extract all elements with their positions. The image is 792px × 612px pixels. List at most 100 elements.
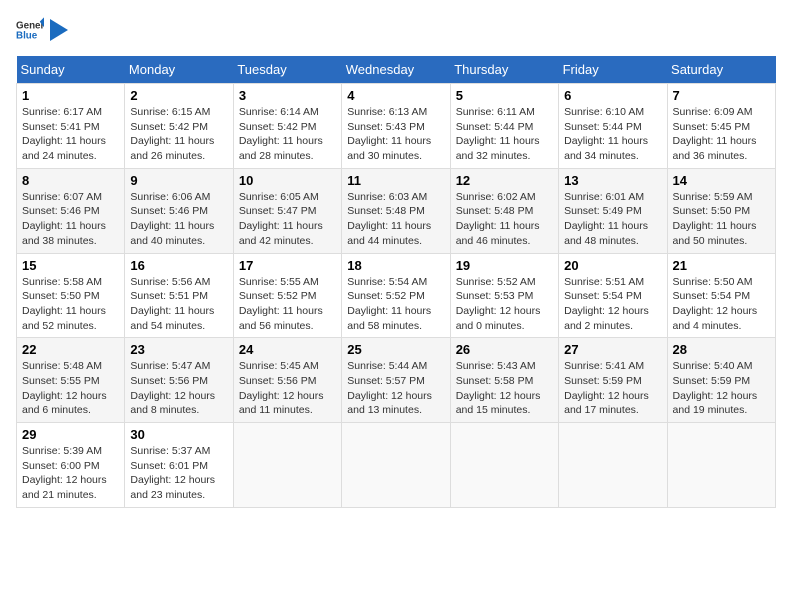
day-number: 18 xyxy=(347,258,444,273)
calendar-table: SundayMondayTuesdayWednesdayThursdayFrid… xyxy=(16,56,776,508)
daylight-label: Daylight: 11 hours and 46 minutes. xyxy=(456,220,540,247)
day-info: Sunrise: 5:45 AM Sunset: 5:56 PM Dayligh… xyxy=(239,359,336,418)
calendar-day-cell xyxy=(450,423,558,508)
day-info: Sunrise: 5:52 AM Sunset: 5:53 PM Dayligh… xyxy=(456,275,553,334)
calendar-day-cell: 14 Sunrise: 5:59 AM Sunset: 5:50 PM Dayl… xyxy=(667,168,775,253)
sunset-label: Sunset: 5:56 PM xyxy=(130,375,208,387)
day-of-week-header: Thursday xyxy=(450,56,558,84)
daylight-label: Daylight: 12 hours and 17 minutes. xyxy=(564,390,649,417)
sunrise-label: Sunrise: 5:48 AM xyxy=(22,360,102,372)
logo-icon: General Blue xyxy=(16,16,44,44)
daylight-label: Daylight: 11 hours and 48 minutes. xyxy=(564,220,648,247)
calendar-day-cell: 1 Sunrise: 6:17 AM Sunset: 5:41 PM Dayli… xyxy=(17,84,125,169)
daylight-label: Daylight: 12 hours and 2 minutes. xyxy=(564,305,649,332)
day-info: Sunrise: 5:48 AM Sunset: 5:55 PM Dayligh… xyxy=(22,359,119,418)
day-number: 28 xyxy=(673,342,770,357)
day-number: 7 xyxy=(673,88,770,103)
sunset-label: Sunset: 5:45 PM xyxy=(673,121,751,133)
day-number: 22 xyxy=(22,342,119,357)
calendar-day-cell: 6 Sunrise: 6:10 AM Sunset: 5:44 PM Dayli… xyxy=(559,84,667,169)
daylight-label: Daylight: 11 hours and 24 minutes. xyxy=(22,135,106,162)
daylight-label: Daylight: 11 hours and 30 minutes. xyxy=(347,135,431,162)
calendar-day-cell xyxy=(233,423,341,508)
day-number: 29 xyxy=(22,427,119,442)
day-number: 9 xyxy=(130,173,227,188)
calendar-day-cell: 5 Sunrise: 6:11 AM Sunset: 5:44 PM Dayli… xyxy=(450,84,558,169)
day-info: Sunrise: 5:41 AM Sunset: 5:59 PM Dayligh… xyxy=(564,359,661,418)
sunset-label: Sunset: 5:46 PM xyxy=(130,205,208,217)
day-info: Sunrise: 5:59 AM Sunset: 5:50 PM Dayligh… xyxy=(673,190,770,249)
sunrise-label: Sunrise: 5:47 AM xyxy=(130,360,210,372)
day-number: 6 xyxy=(564,88,661,103)
daylight-label: Daylight: 12 hours and 8 minutes. xyxy=(130,390,215,417)
calendar-day-cell: 19 Sunrise: 5:52 AM Sunset: 5:53 PM Dayl… xyxy=(450,253,558,338)
day-info: Sunrise: 5:47 AM Sunset: 5:56 PM Dayligh… xyxy=(130,359,227,418)
calendar-day-cell: 8 Sunrise: 6:07 AM Sunset: 5:46 PM Dayli… xyxy=(17,168,125,253)
day-number: 21 xyxy=(673,258,770,273)
calendar-day-cell: 9 Sunrise: 6:06 AM Sunset: 5:46 PM Dayli… xyxy=(125,168,233,253)
day-of-week-header: Tuesday xyxy=(233,56,341,84)
day-of-week-header: Wednesday xyxy=(342,56,450,84)
calendar-day-cell: 25 Sunrise: 5:44 AM Sunset: 5:57 PM Dayl… xyxy=(342,338,450,423)
sunset-label: Sunset: 5:46 PM xyxy=(22,205,100,217)
calendar-day-cell xyxy=(559,423,667,508)
day-info: Sunrise: 6:13 AM Sunset: 5:43 PM Dayligh… xyxy=(347,105,444,164)
day-info: Sunrise: 6:10 AM Sunset: 5:44 PM Dayligh… xyxy=(564,105,661,164)
daylight-label: Daylight: 11 hours and 54 minutes. xyxy=(130,305,214,332)
sunrise-label: Sunrise: 5:59 AM xyxy=(673,191,753,203)
sunset-label: Sunset: 5:59 PM xyxy=(673,375,751,387)
daylight-label: Daylight: 11 hours and 26 minutes. xyxy=(130,135,214,162)
sunset-label: Sunset: 5:53 PM xyxy=(456,290,534,302)
sunset-label: Sunset: 5:50 PM xyxy=(22,290,100,302)
sunrise-label: Sunrise: 5:58 AM xyxy=(22,276,102,288)
daylight-label: Daylight: 11 hours and 42 minutes. xyxy=(239,220,323,247)
sunset-label: Sunset: 5:43 PM xyxy=(347,121,425,133)
calendar-week-row: 22 Sunrise: 5:48 AM Sunset: 5:55 PM Dayl… xyxy=(17,338,776,423)
sunrise-label: Sunrise: 5:56 AM xyxy=(130,276,210,288)
day-number: 16 xyxy=(130,258,227,273)
day-info: Sunrise: 5:58 AM Sunset: 5:50 PM Dayligh… xyxy=(22,275,119,334)
calendar-week-row: 15 Sunrise: 5:58 AM Sunset: 5:50 PM Dayl… xyxy=(17,253,776,338)
sunset-label: Sunset: 5:52 PM xyxy=(239,290,317,302)
day-number: 30 xyxy=(130,427,227,442)
sunrise-label: Sunrise: 5:52 AM xyxy=(456,276,536,288)
day-number: 2 xyxy=(130,88,227,103)
day-of-week-header: Monday xyxy=(125,56,233,84)
day-info: Sunrise: 5:51 AM Sunset: 5:54 PM Dayligh… xyxy=(564,275,661,334)
sunset-label: Sunset: 5:52 PM xyxy=(347,290,425,302)
sunrise-label: Sunrise: 6:02 AM xyxy=(456,191,536,203)
sunset-label: Sunset: 5:41 PM xyxy=(22,121,100,133)
day-number: 3 xyxy=(239,88,336,103)
daylight-label: Daylight: 11 hours and 56 minutes. xyxy=(239,305,323,332)
calendar-day-cell: 4 Sunrise: 6:13 AM Sunset: 5:43 PM Dayli… xyxy=(342,84,450,169)
sunrise-label: Sunrise: 6:13 AM xyxy=(347,106,427,118)
sunrise-label: Sunrise: 6:15 AM xyxy=(130,106,210,118)
day-of-week-header: Friday xyxy=(559,56,667,84)
sunset-label: Sunset: 5:50 PM xyxy=(673,205,751,217)
sunrise-label: Sunrise: 5:54 AM xyxy=(347,276,427,288)
day-number: 24 xyxy=(239,342,336,357)
day-number: 25 xyxy=(347,342,444,357)
day-number: 26 xyxy=(456,342,553,357)
sunrise-label: Sunrise: 5:40 AM xyxy=(673,360,753,372)
day-number: 5 xyxy=(456,88,553,103)
sunrise-label: Sunrise: 6:01 AM xyxy=(564,191,644,203)
daylight-label: Daylight: 11 hours and 28 minutes. xyxy=(239,135,323,162)
svg-text:Blue: Blue xyxy=(16,30,38,41)
day-number: 20 xyxy=(564,258,661,273)
day-of-week-header: Saturday xyxy=(667,56,775,84)
calendar-day-cell: 12 Sunrise: 6:02 AM Sunset: 5:48 PM Dayl… xyxy=(450,168,558,253)
day-info: Sunrise: 5:56 AM Sunset: 5:51 PM Dayligh… xyxy=(130,275,227,334)
sunset-label: Sunset: 5:51 PM xyxy=(130,290,208,302)
day-info: Sunrise: 6:02 AM Sunset: 5:48 PM Dayligh… xyxy=(456,190,553,249)
day-number: 23 xyxy=(130,342,227,357)
daylight-label: Daylight: 12 hours and 21 minutes. xyxy=(22,474,107,501)
day-number: 17 xyxy=(239,258,336,273)
logo: General Blue xyxy=(16,16,68,44)
sunrise-label: Sunrise: 5:37 AM xyxy=(130,445,210,457)
sunset-label: Sunset: 5:47 PM xyxy=(239,205,317,217)
day-info: Sunrise: 6:15 AM Sunset: 5:42 PM Dayligh… xyxy=(130,105,227,164)
calendar-day-cell: 28 Sunrise: 5:40 AM Sunset: 5:59 PM Dayl… xyxy=(667,338,775,423)
sunset-label: Sunset: 5:42 PM xyxy=(130,121,208,133)
daylight-label: Daylight: 11 hours and 52 minutes. xyxy=(22,305,106,332)
